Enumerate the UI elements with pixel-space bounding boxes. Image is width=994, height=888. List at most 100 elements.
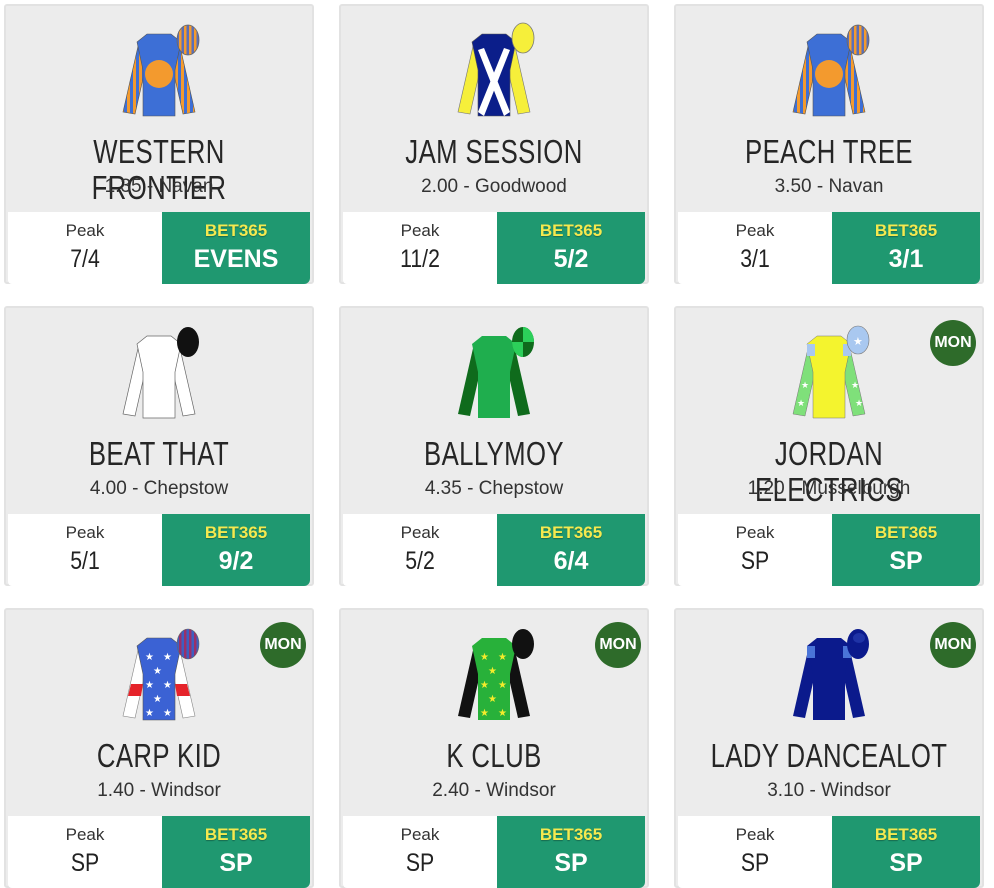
horse-name: LADY DANCEALOT [710,737,948,774]
silks-beat-that-icon [109,322,209,422]
race-time-venue: 3.10 - Windsor [767,780,891,801]
bet-button[interactable]: BET365 SP [832,816,980,888]
peak-odds: Peak 5/2 [343,514,497,586]
bet-button[interactable]: BET365 5/2 [497,212,645,284]
svg-text:★: ★ [498,680,507,691]
peak-odds: Peak 3/1 [678,212,832,284]
race-time-venue: 4.00 - Chepstow [89,478,229,499]
bookmaker-label: BET365 [874,221,938,240]
race-time-venue: 1.20 - Musselburgh [747,478,911,499]
horse-name: PEACH TREE [745,133,913,170]
runner-card[interactable]: MON LADY DANCEALOT 3.10 - Windsor Peak S… [674,608,984,888]
bet-button[interactable]: BET365 EVENS [162,212,310,284]
peak-value: 5/1 [70,547,100,575]
svg-text:★: ★ [163,652,172,663]
silks-peach-tree-icon [779,20,879,120]
horse-name: BALLYMOY [424,435,564,472]
svg-text:★: ★ [488,694,497,705]
peak-label: Peak [400,221,440,240]
horse-name: BEAT THAT [88,435,230,472]
svg-text:★: ★ [797,398,805,408]
silks-western-frontier-icon [109,20,209,120]
bet-button[interactable]: BET365 3/1 [832,212,980,284]
bet-odds: SP [219,849,253,877]
silks-jordan-electrics-icon: ★ ★ ★ ★ ★ [779,322,879,422]
mon-badge: MON [930,622,976,668]
peak-value: 7/4 [70,245,100,273]
peak-value: SP [740,547,770,575]
runner-card[interactable]: JAM SESSION 2.00 - Goodwood Peak 11/2 BE… [339,4,649,284]
svg-text:★: ★ [145,708,154,719]
race-time-venue: 2.40 - Windsor [432,780,556,801]
runner-card[interactable]: PEACH TREE 3.50 - Navan Peak 3/1 BET365 … [674,4,984,284]
peak-label: Peak [400,523,440,542]
peak-value: SP [405,849,435,877]
svg-text:★: ★ [851,380,859,390]
peak-label: Peak [65,825,105,844]
mon-badge: MON [930,320,976,366]
silks-jam-session-icon [444,20,544,120]
mon-badge: MON [595,622,641,668]
runner-card[interactable]: MON ★ ★ ★ ★ ★ ★ ★ ★ K CLUB 2.40 - Windso… [339,608,649,888]
silks-k-club-icon: ★ ★ ★ ★ ★ ★ ★ ★ [444,624,544,724]
race-time-venue: 4.35 - Chepstow [424,478,564,499]
svg-text:★: ★ [145,680,154,691]
runner-card[interactable]: MON ★ ★ ★ ★ ★ ★ ★ ★ CARP KID 1.40 - Wind… [4,608,314,888]
bookmaker-label: BET365 [874,523,938,542]
peak-value: 5/2 [405,547,435,575]
bookmaker-label: BET365 [539,523,603,542]
bet-button[interactable]: BET365 SP [832,514,980,586]
peak-value: 3/1 [740,245,770,273]
bet-odds: SP [889,547,923,575]
bet-odds: 5/2 [553,245,589,273]
peak-odds: Peak 11/2 [343,212,497,284]
bet-button[interactable]: BET365 9/2 [162,514,310,586]
peak-value: SP [70,849,100,877]
peak-odds: Peak SP [343,816,497,888]
bookmaker-label: BET365 [204,825,268,844]
svg-text:★: ★ [480,708,489,719]
svg-text:★: ★ [855,398,863,408]
bet-button[interactable]: BET365 6/4 [497,514,645,586]
silks-carp-kid-icon: ★ ★ ★ ★ ★ ★ ★ ★ [109,624,209,724]
bet-odds: SP [889,849,923,877]
horse-name: CARP KID [96,737,222,774]
race-time-venue: 2.00 - Goodwood [421,176,567,197]
race-time-venue: 1.35 - Navan [104,176,214,197]
bookmaker-label: BET365 [204,221,268,240]
bookmaker-label: BET365 [539,825,603,844]
peak-value: SP [740,849,770,877]
peak-label: Peak [735,825,775,844]
runner-card[interactable]: WESTERN FRONTIER 1.35 - Navan Peak 7/4 B… [4,4,314,284]
svg-text:★: ★ [498,708,507,719]
race-time-venue: 3.50 - Navan [774,176,884,197]
peak-odds: Peak SP [678,816,832,888]
peak-label: Peak [735,221,775,240]
runner-card[interactable]: BEAT THAT 4.00 - Chepstow Peak 5/1 BET36… [4,306,314,586]
runner-card[interactable]: BALLYMOY 4.35 - Chepstow Peak 5/2 BET365… [339,306,649,586]
runner-card[interactable]: MON ★ ★ ★ ★ ★ JORDAN ELECTRICS 1.20 - Mu… [674,306,984,586]
mon-badge: MON [260,622,306,668]
horse-name: JAM SESSION [405,133,583,170]
bet-button[interactable]: BET365 SP [497,816,645,888]
bookmaker-label: BET365 [539,221,603,240]
bet-odds: 3/1 [888,245,924,273]
peak-odds: Peak SP [678,514,832,586]
svg-text:★: ★ [163,708,172,719]
peak-odds: Peak 7/4 [8,212,162,284]
bet-odds: 9/2 [218,547,254,575]
peak-odds: Peak SP [8,816,162,888]
peak-value: 11/2 [400,245,440,273]
bookmaker-label: BET365 [874,825,938,844]
bet-button[interactable]: BET365 SP [162,816,310,888]
peak-label: Peak [65,221,105,240]
peak-label: Peak [400,825,440,844]
peak-odds: Peak 5/1 [8,514,162,586]
bet-odds: EVENS [193,245,279,273]
bookmaker-label: BET365 [204,523,268,542]
bet-odds: SP [554,849,588,877]
horse-name: K CLUB [446,737,542,774]
svg-text:★: ★ [153,666,162,677]
svg-text:★: ★ [853,336,863,348]
svg-text:★: ★ [480,652,489,663]
